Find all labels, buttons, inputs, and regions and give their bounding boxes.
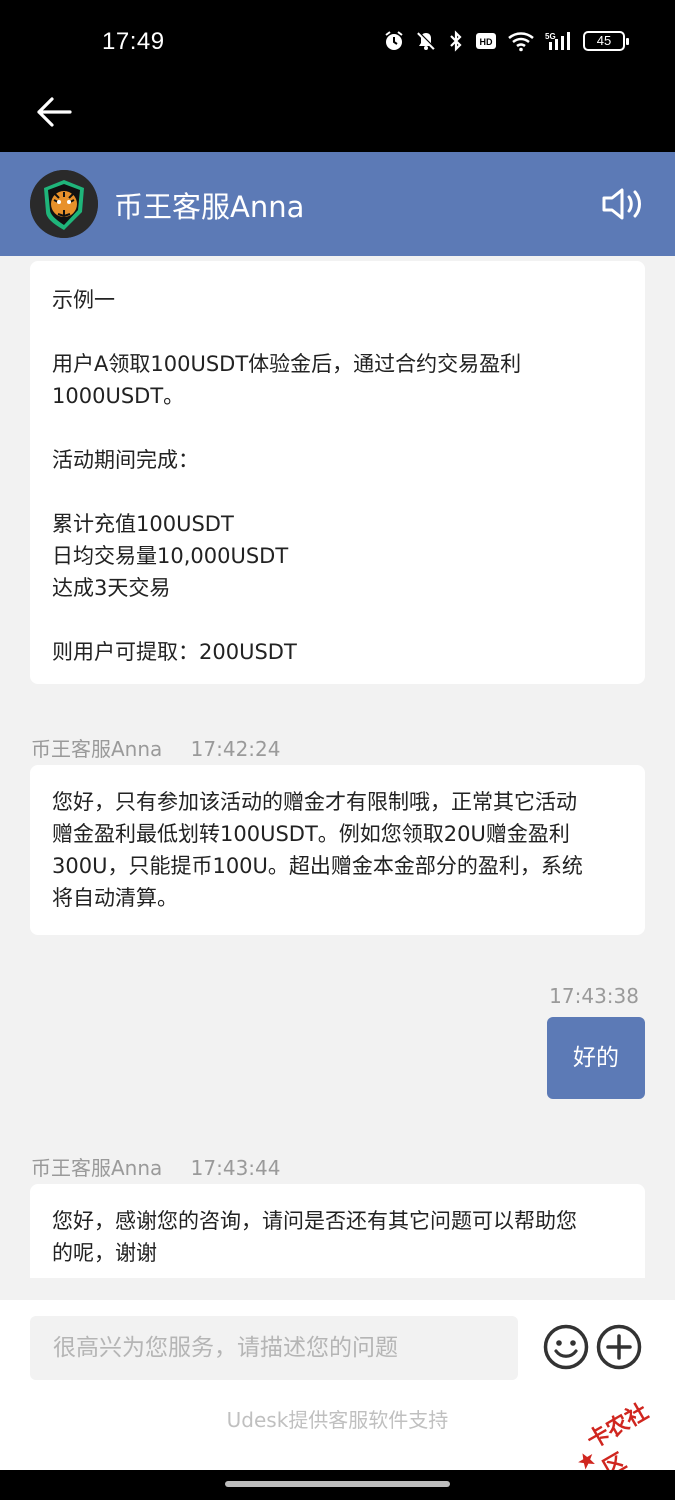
battery-icon: 45 — [583, 31, 629, 51]
emoji-icon — [543, 1324, 589, 1370]
message-bubble: 示例一 用户A领取100USDT体验金后，通过合约交易盈利 1000USDT。 … — [30, 261, 645, 684]
powered-by-text: Udesk提供客服软件支持 — [226, 1408, 449, 1432]
navigation-bar — [0, 1470, 675, 1500]
message-sender: 币王客服Anna — [31, 1156, 163, 1180]
nav-bar — [0, 90, 675, 152]
message-input[interactable] — [30, 1316, 518, 1380]
hd-icon: HD — [476, 33, 496, 49]
header-title: 币王客服Anna — [114, 190, 305, 224]
plus-icon — [596, 1324, 642, 1370]
svg-text:5G: 5G — [545, 32, 556, 41]
message-sender: 币王客服Anna — [31, 737, 163, 761]
back-arrow-icon — [37, 97, 72, 127]
chat-area[interactable]: 示例一 用户A领取100USDT体验金后，通过合约交易盈利 1000USDT。 … — [0, 256, 675, 1278]
bluetooth-icon — [450, 30, 462, 52]
status-icons: HD 5G 45 — [383, 30, 629, 52]
wifi-icon — [508, 32, 534, 52]
chat-header: 币王客服Anna — [0, 152, 675, 256]
message-meta: 币王客服Anna 17:43:44 — [31, 1152, 280, 1181]
message-text: 示例一 用户A领取100USDT体验金后，通过合约交易盈利 1000USDT。 … — [52, 288, 522, 664]
message-bubble: 您好，感谢您的咨询，请问是否还有其它问题可以帮助您 的呢，谢谢 — [30, 1184, 645, 1278]
status-bar: 17:49 HD 5G 45 — [0, 0, 675, 90]
message-bubble: 您好，只有参加该活动的赠金才有限制哦，正常其它活动 赠金盈利最低划转100USD… — [30, 765, 645, 935]
speaker-button[interactable] — [601, 184, 645, 224]
back-button[interactable] — [34, 92, 74, 132]
message-text: 您好，感谢您的咨询，请问是否还有其它问题可以帮助您 的呢，谢谢 — [52, 1209, 577, 1265]
message-meta: 币王客服Anna 17:42:24 — [31, 733, 280, 762]
emoji-button[interactable] — [543, 1324, 589, 1370]
speaker-icon — [602, 188, 641, 220]
message-time: 17:43:38 — [549, 984, 639, 1008]
message-time: 17:42:24 — [190, 737, 281, 761]
message-time: 17:43:44 — [190, 1156, 281, 1180]
add-button[interactable] — [596, 1324, 642, 1370]
avatar — [30, 170, 98, 238]
svg-text:HD: HD — [480, 37, 493, 47]
signal-icon: 5G — [545, 32, 570, 50]
message-text: 您好，只有参加该活动的赠金才有限制哦，正常其它活动 赠金盈利最低划转100USD… — [52, 790, 583, 910]
message-text: 好的 — [573, 1045, 619, 1071]
message-bubble-outgoing: 好的 — [547, 1017, 645, 1099]
mute-icon — [417, 31, 436, 50]
status-time: 17:49 — [102, 28, 165, 55]
alarm-icon — [385, 31, 403, 50]
home-indicator[interactable] — [225, 1481, 450, 1487]
